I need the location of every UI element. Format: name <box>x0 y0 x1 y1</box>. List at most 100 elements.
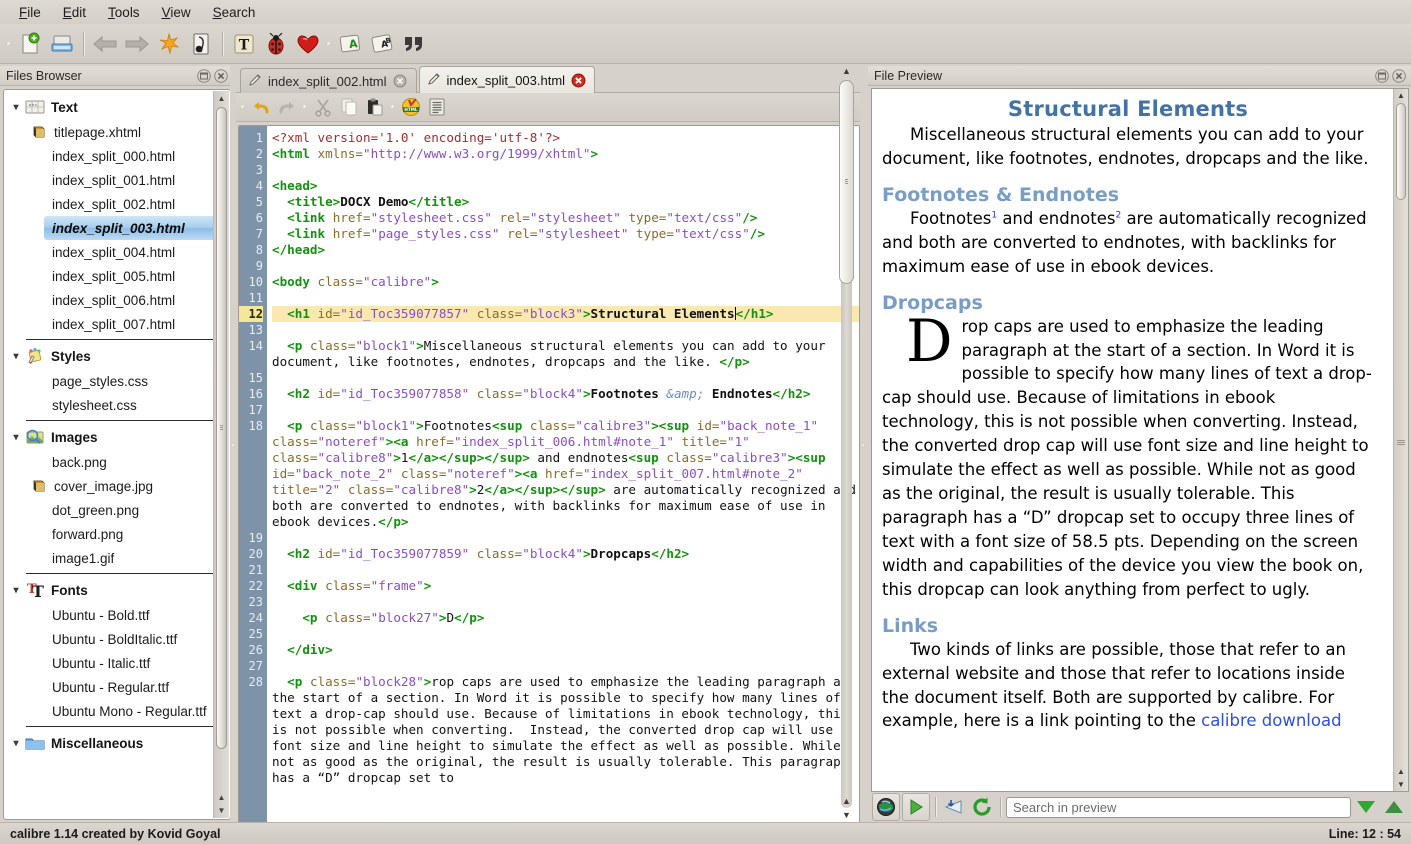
preview-render-area[interactable]: Structural Elements Miscellaneous struct… <box>871 88 1409 792</box>
preview-title: File Preview <box>874 69 942 83</box>
html-check-button[interactable]: HTML <box>398 95 424 119</box>
file-item-ubuntu-mono-regular-ttf[interactable]: Ubuntu Mono - Regular.ttf <box>4 699 230 723</box>
file-item-titlepage[interactable]: titlepage.xhtml <box>4 120 230 144</box>
tree-group-styles[interactable]: ▾ Styles <box>4 343 230 369</box>
manage-fonts-button[interactable] <box>185 28 217 60</box>
file-item-index-split-004[interactable]: index_split_004.html <box>4 240 230 264</box>
tree-separator <box>26 573 224 574</box>
format-button[interactable] <box>424 95 450 119</box>
scroll-up-arrow-icon[interactable]: ▲ <box>1394 89 1408 102</box>
scroll-down-arrow-icon[interactable]: ▼ <box>1394 778 1408 791</box>
new-file-button[interactable] <box>14 28 46 60</box>
editor-scroll-thumb[interactable] <box>839 80 854 284</box>
tab-close-button[interactable] <box>571 73 586 88</box>
file-item-forward-png[interactable]: forward.png <box>4 522 230 546</box>
file-item-cover-image-jpg[interactable]: cover_image.jpg <box>4 474 230 498</box>
scroll-up-arrow-icon[interactable]: ▲ <box>214 92 229 105</box>
file-item-index-split-003[interactable]: index_split_003.html <box>44 216 224 240</box>
check-book-button[interactable] <box>260 28 292 60</box>
right-splitter[interactable] <box>860 66 866 822</box>
back-button[interactable] <box>89 28 121 60</box>
code-text[interactable]: <?xml version='1.0' encoding='utf-8'?><h… <box>267 126 859 826</box>
code-line-23 <box>272 594 859 610</box>
menu-search[interactable]: Search <box>202 2 267 23</box>
live-css-button[interactable] <box>292 28 324 60</box>
spell-check-button[interactable]: A <box>334 28 366 60</box>
sync-position-button[interactable] <box>941 794 967 820</box>
file-item-ubuntu-italic-ttf[interactable]: Ubuntu - Italic.ttf <box>4 651 230 675</box>
tab-index-split-003[interactable]: index_split_003.html <box>419 66 596 93</box>
redo-button[interactable] <box>274 95 300 119</box>
menu-file[interactable]: File <box>8 2 52 23</box>
files-browser-title: Files Browser <box>6 69 82 83</box>
file-item-ubuntu-regular-ttf[interactable]: Ubuntu - Regular.ttf <box>4 675 230 699</box>
file-item-index-split-006[interactable]: index_split_006.html <box>4 288 230 312</box>
calibre-download-link[interactable]: calibre download <box>1201 711 1341 730</box>
file-item-image1-gif[interactable]: image1.gif <box>4 546 230 570</box>
tree-group-miscellaneous[interactable]: ▾ Miscellaneous <box>4 730 230 756</box>
tab-close-button[interactable] <box>393 74 408 89</box>
beautify-button[interactable] <box>153 28 185 60</box>
insert-tag-button[interactable]: T <box>228 28 260 60</box>
file-item-ubuntu-bolditalic-ttf[interactable]: Ubuntu - BoldItalic.ttf <box>4 627 230 651</box>
preview-scrollbar[interactable]: ▲ ▲ ▼ <box>1393 89 1408 791</box>
file-item-page-styles-css[interactable]: page_styles.css <box>4 369 230 393</box>
file-item-stylesheet-css[interactable]: stylesheet.css <box>4 393 230 417</box>
editor-toolbar-handle-2[interactable] <box>300 105 310 109</box>
float-panel-button[interactable] <box>196 68 212 84</box>
cut-button[interactable] <box>310 95 336 119</box>
preview-toggle-button[interactable] <box>872 793 900 821</box>
toolbar-drag-handle[interactable] <box>4 32 14 56</box>
tab-index-split-002[interactable]: index_split_002.html <box>240 68 417 93</box>
scroll-up-arrow-icon-2[interactable]: ▲ <box>214 791 229 804</box>
file-item-index-split-007[interactable]: index_split_007.html <box>4 312 230 336</box>
menu-view[interactable]: View <box>151 2 202 23</box>
tree-group-text[interactable]: ▾ a b c Text <box>4 94 230 120</box>
toolbar-drag-handle-2[interactable] <box>324 32 334 56</box>
scroll-up-arrow-icon-2[interactable]: ▲ <box>838 794 855 808</box>
menu-tools[interactable]: Tools <box>97 2 151 23</box>
smarten-punctuation-button[interactable] <box>398 28 430 60</box>
check-spelling-button[interactable]: A B <box>366 28 398 60</box>
code-line-26: </div> <box>272 642 859 658</box>
file-item-index-split-002[interactable]: index_split_002.html <box>4 192 230 216</box>
copy-button[interactable] <box>336 95 362 119</box>
menu-edit[interactable]: Edit <box>52 2 97 23</box>
editor-toolbar-handle-3[interactable] <box>388 105 398 109</box>
files-tree[interactable]: ▾ a b c Text <box>3 89 231 820</box>
close-panel-button[interactable] <box>213 68 229 84</box>
preview-scroll-thumb[interactable] <box>1396 103 1406 200</box>
file-item-ubuntu-bold-ttf[interactable]: Ubuntu - Bold.ttf <box>4 603 230 627</box>
file-item-dot-green-png[interactable]: dot_green.png <box>4 498 230 522</box>
find-prev-button[interactable] <box>1381 794 1407 820</box>
file-item-label: cover_image.jpg <box>54 479 153 494</box>
scroll-down-arrow-icon[interactable]: ▼ <box>214 804 229 817</box>
close-preview-button[interactable] <box>1391 68 1407 84</box>
file-item-back-png[interactable]: back.png <box>4 450 230 474</box>
refresh-preview-button[interactable] <box>969 794 995 820</box>
undo-button[interactable] <box>248 95 274 119</box>
editor-scrollbar[interactable]: ▲ ▲ ▼ <box>838 64 855 822</box>
code-editor[interactable]: 1234567891011121314151617181920212223242… <box>238 125 860 827</box>
editor-toolbar-handle[interactable] <box>238 105 248 109</box>
doc-text-a: Footnotes <box>910 209 991 228</box>
search-in-preview-input[interactable] <box>1006 797 1351 818</box>
file-item-index-split-005[interactable]: index_split_005.html <box>4 264 230 288</box>
tree-group-images[interactable]: ▾ Images <box>4 424 230 450</box>
file-item-index-split-001[interactable]: index_split_001.html <box>4 168 230 192</box>
scroll-up-arrow-icon-2[interactable]: ▲ <box>1394 765 1408 778</box>
code-line-17 <box>272 402 859 418</box>
forward-button[interactable] <box>121 28 153 60</box>
code-line-8: </head> <box>272 242 859 258</box>
files-tree-scrollbar[interactable]: ▲ ▲ ▼ <box>213 91 229 818</box>
tree-group-fonts[interactable]: ▾ T T Fonts <box>4 577 230 603</box>
float-preview-button[interactable] <box>1374 68 1390 84</box>
preview-play-button[interactable] <box>902 793 930 821</box>
scroll-down-arrow-icon[interactable]: ▼ <box>838 808 855 822</box>
save-button[interactable] <box>46 28 78 60</box>
files-tree-scroll-thumb[interactable] <box>216 107 227 749</box>
find-next-button[interactable] <box>1353 794 1379 820</box>
file-item-index-split-000[interactable]: index_split_000.html <box>4 144 230 168</box>
paste-button[interactable] <box>362 95 388 119</box>
scroll-up-arrow-icon[interactable]: ▲ <box>838 64 855 78</box>
